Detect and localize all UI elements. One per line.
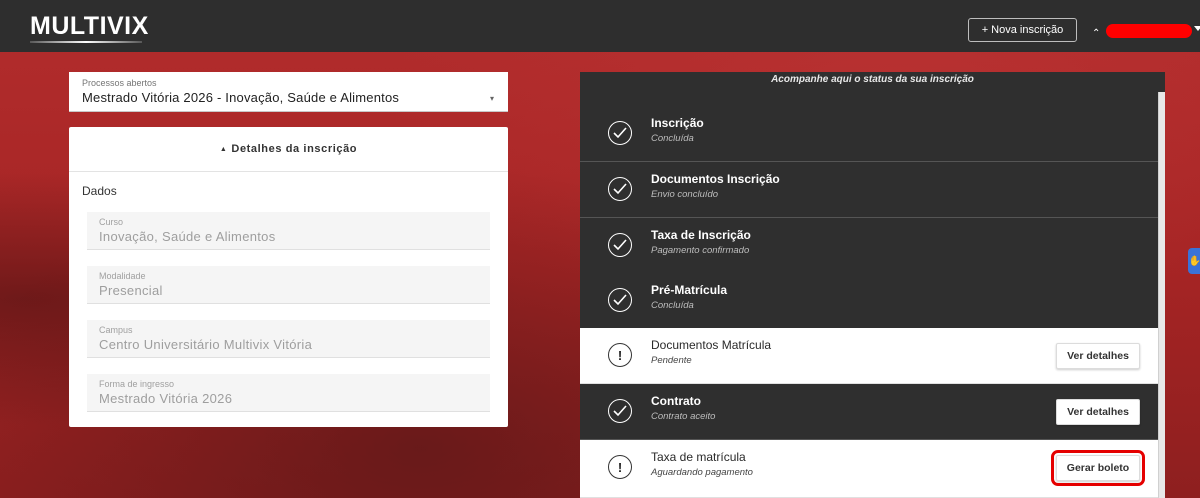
step-status: Contrato aceito <box>651 411 716 422</box>
chevron-up-icon: ⌃ <box>1092 28 1101 39</box>
field-value: Centro Universitário Multivix Vitória <box>99 337 313 352</box>
modality-field: Modalidade Presencial <box>87 266 490 304</box>
logo-underline <box>30 41 142 43</box>
step-inscricao: Inscrição Concluída <box>580 106 1158 162</box>
process-select[interactable]: Processos abertos Mestrado Vitória 2026 … <box>69 72 508 112</box>
check-circle-icon <box>608 177 632 201</box>
step-documentos-matricula: ! Documentos Matrícula Pendente Ver deta… <box>580 328 1158 384</box>
alert-circle-icon: ! <box>608 455 632 479</box>
process-select-value: Mestrado Vitória 2026 - Inovação, Saúde … <box>82 90 400 105</box>
new-registration-label: Nova inscrição <box>991 24 1064 36</box>
caret-down-icon[interactable] <box>1194 26 1200 31</box>
check-circle-icon <box>608 121 632 145</box>
step-title: Pré-Matrícula <box>651 283 728 297</box>
step-status: Pagamento confirmado <box>651 245 750 256</box>
step-status: Aguardando pagamento <box>651 467 753 478</box>
step-title: Contrato <box>651 394 701 408</box>
entry-method-field: Forma de ingresso Mestrado Vitória 2026 <box>87 374 490 412</box>
logo: MULTIVIX <box>30 12 149 40</box>
step-taxa-inscricao: Taxa de Inscrição Pagamento confirmado <box>580 218 1158 274</box>
step-documentos-inscricao: Documentos Inscrição Envio concluído <box>580 162 1158 218</box>
step-title: Taxa de matrícula <box>651 450 746 464</box>
step-contrato: Contrato Contrato aceito Ver detalhes <box>580 384 1158 440</box>
step-status: Pendente <box>651 355 692 366</box>
field-label: Curso <box>99 217 124 227</box>
field-label: Modalidade <box>99 271 146 281</box>
field-label: Campus <box>99 325 133 335</box>
view-details-button[interactable]: Ver detalhes <box>1056 399 1140 425</box>
field-value: Inovação, Saúde e Alimentos <box>99 229 276 244</box>
course-field: Curso Inovação, Saúde e Alimentos <box>87 212 490 250</box>
field-value: Mestrado Vitória 2026 <box>99 391 233 406</box>
field-label: Forma de ingresso <box>99 379 175 389</box>
triangle-up-icon: ▲ <box>219 145 228 153</box>
user-menu[interactable]: ⌃ <box>1092 20 1200 44</box>
step-title: Taxa de Inscrição <box>651 228 751 242</box>
step-title: Documentos Matrícula <box>651 338 772 352</box>
user-name-redacted <box>1106 24 1192 38</box>
step-status: Concluída <box>651 133 694 144</box>
dropdown-arrow-icon[interactable]: ▾ <box>490 94 494 103</box>
new-registration-button[interactable]: + Nova inscrição <box>968 18 1077 42</box>
scrollbar[interactable] <box>1158 92 1165 498</box>
details-header-label: Detalhes da inscrição <box>231 143 358 155</box>
process-select-label: Processos abertos <box>82 78 157 88</box>
section-title: Dados <box>82 184 117 198</box>
step-status: Concluída <box>651 300 694 311</box>
view-details-button[interactable]: Ver detalhes <box>1056 343 1140 369</box>
step-title: Documentos Inscrição <box>651 172 780 186</box>
step-status: Envio concluído <box>651 189 719 200</box>
alert-circle-icon: ! <box>608 343 632 367</box>
top-bar: MULTIVIX + Nova inscrição ⌃ <box>0 0 1200 52</box>
campus-field: Campus Centro Universitário Multivix Vit… <box>87 320 490 358</box>
generate-boleto-button[interactable]: Gerar boleto <box>1051 450 1145 486</box>
accessibility-hand-icon[interactable]: ✋ <box>1188 248 1200 274</box>
check-circle-icon <box>608 233 632 257</box>
details-toggle[interactable]: ▲ Detalhes da inscrição <box>69 127 508 172</box>
step-taxa-matricula: ! Taxa de matrícula Aguardando pagamento… <box>580 440 1158 498</box>
step-title: Inscrição <box>651 116 704 130</box>
check-circle-icon <box>608 399 632 423</box>
step-pre-matricula: Pré-Matrícula Concluída <box>580 273 1158 329</box>
field-value: Presencial <box>99 283 163 298</box>
check-circle-icon <box>608 288 632 312</box>
status-panel-title: Acompanhe aqui o status da sua inscrição <box>580 72 1165 108</box>
registration-details-card: ▲ Detalhes da inscrição Dados Curso Inov… <box>69 127 508 427</box>
plus-icon: + <box>981 24 989 36</box>
